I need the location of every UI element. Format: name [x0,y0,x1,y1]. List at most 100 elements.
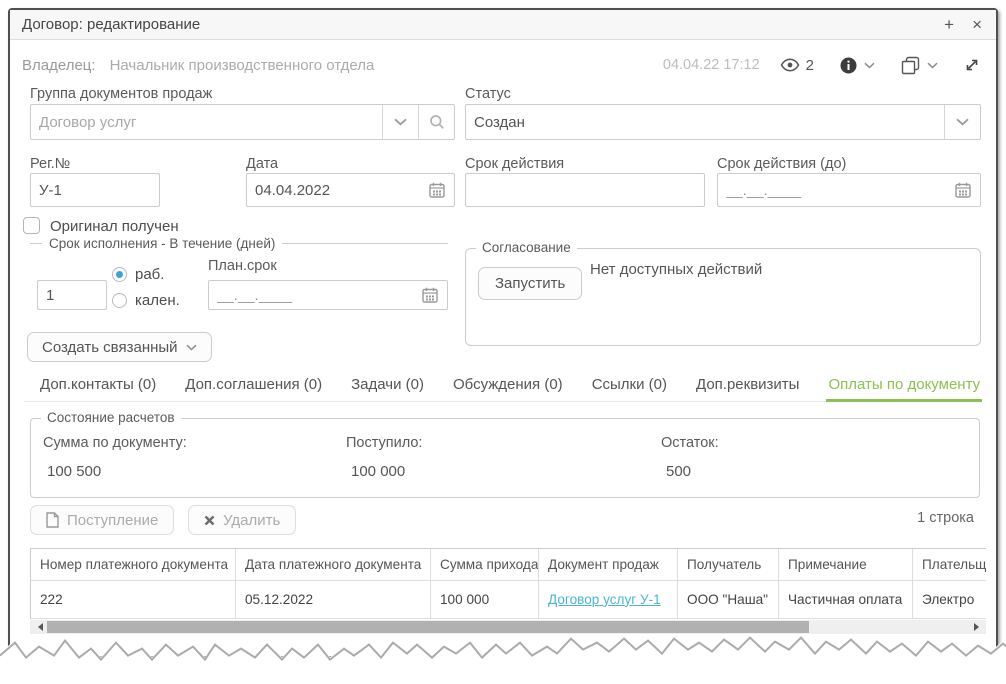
execution-days-field [37,280,107,310]
scroll-left-icon[interactable] [34,623,43,631]
plan-date-field [208,280,448,310]
radio-calendar-days[interactable]: кален. [112,292,180,309]
regno-input[interactable] [31,174,159,206]
validity-until-input[interactable] [718,174,946,206]
tab-links[interactable]: Ссылки (0) [592,376,667,393]
tab-extra-contacts[interactable]: Доп.контакты (0) [40,376,156,393]
validity-until-field [717,173,981,207]
received-value: 100 000 [351,463,405,480]
approval-fieldset: Согласование Запустить Нет доступных дей… [465,248,981,346]
cell-payment-number: 222 [31,581,236,619]
tab-discussions[interactable]: Обсуждения (0) [453,376,563,393]
original-received-label: Оригинал получен [50,218,179,235]
create-related-button[interactable]: Создать связанный [27,332,212,362]
status-input[interactable] [466,105,944,139]
cell-amount: 100 000 [431,581,539,619]
calendar-icon [955,182,971,198]
col-sales-document[interactable]: Документ продаж [539,549,678,581]
window-title: Договор: редактирование [22,16,200,33]
original-received-checkbox[interactable] [23,217,40,234]
settlement-legend: Состояние расчетов [41,410,181,425]
date-label: Дата [246,156,278,172]
regno-label: Рег.№ [30,156,70,172]
col-payment-number[interactable]: Номер платежного документа [31,549,236,581]
col-recipient[interactable]: Получатель [678,549,779,581]
approval-legend: Согласование [476,240,577,255]
plan-date-label: План.срок [208,258,277,274]
chevron-down-icon [864,62,875,69]
tab-payments[interactable]: Оплаты по документу [828,376,980,393]
owner-row: Владелец: Начальник производственного от… [22,54,980,76]
modified-datetime: 04.04.22 17:12 [663,57,760,73]
add-window-button[interactable]: + [944,16,954,33]
calendar-icon [422,287,438,303]
info-menu[interactable] [840,57,875,74]
horizontal-scrollbar[interactable] [30,620,986,634]
amount-label: Сумма по документу: [43,435,187,451]
views-count: 2 [806,57,814,74]
payments-table: Номер платежного документа Дата платежно… [30,548,986,619]
search-icon [429,114,445,130]
col-payer[interactable]: Плательщик [913,549,986,581]
owner-value: Начальник производственного отдела [110,57,375,74]
validity-input[interactable] [466,174,704,206]
sales-document-link[interactable]: Договор услуг У-1 [548,592,661,608]
tab-extra-agreements[interactable]: Доп.соглашения (0) [185,376,322,393]
delete-button[interactable]: Удалить [188,505,296,535]
cell-recipient: ООО "Наша" [678,581,779,619]
remainder-value: 500 [666,463,691,480]
validity-until-calendar-button[interactable] [946,174,980,206]
start-approval-button[interactable]: Запустить [478,267,582,300]
date-input[interactable] [247,174,420,206]
tab-bar: Доп.контакты (0) Доп.соглашения (0) Зада… [24,372,982,402]
chevron-down-icon [956,118,969,126]
group-field [30,104,455,140]
rows-count: 1 строка [917,510,974,526]
close-window-button[interactable]: × [972,16,982,33]
plan-date-calendar-button[interactable] [413,281,447,309]
date-calendar-button[interactable] [420,174,454,206]
regno-field [30,173,160,207]
document-icon [46,512,59,528]
title-bar: Договор: редактирование + × [10,10,996,40]
x-icon [204,515,215,526]
execution-days-input[interactable] [38,281,106,309]
col-payment-date[interactable]: Дата платежного документа [236,549,431,581]
group-input[interactable] [31,105,382,139]
status-dropdown-button[interactable] [944,105,980,139]
expand-button[interactable] [964,57,980,73]
cell-sales-document: Договор услуг У-1 [539,581,678,619]
group-dropdown-button[interactable] [382,105,418,139]
copy-icon [901,56,920,75]
validity-field [465,173,705,207]
status-select[interactable] [465,104,981,140]
owner-label: Владелец: [22,57,96,74]
tab-tasks[interactable]: Задачи (0) [351,376,424,393]
contract-edit-window: Договор: редактирование + × Владелец: На… [8,8,998,658]
radio-working-days[interactable]: раб. [112,266,164,283]
radio-selected-icon [112,267,127,282]
approval-status-text: Нет доступных действий [590,261,762,278]
scroll-right-icon[interactable] [974,623,983,631]
execution-legend: Срок исполнения - В течение (дней) [30,236,448,251]
cell-payment-date: 05.12.2022 [236,581,431,619]
group-search-button[interactable] [418,105,454,139]
col-note[interactable]: Примечание [779,549,913,581]
received-label: Поступило: [346,435,422,451]
amount-value: 100 500 [47,463,101,480]
date-field [246,173,455,207]
radio-icon [112,293,127,308]
table-header-row: Номер платежного документа Дата платежно… [31,549,986,581]
tab-extra-requisites[interactable]: Доп.реквизиты [696,376,799,393]
copy-menu[interactable] [901,56,938,75]
col-amount[interactable]: Сумма прихода [431,549,539,581]
calendar-icon [429,182,445,198]
chevron-down-icon [394,118,407,126]
scrollbar-thumb[interactable] [47,621,809,633]
plan-date-input[interactable] [209,281,413,309]
table-row[interactable]: 222 05.12.2022 100 000 Договор услуг У-1… [31,581,986,619]
chevron-down-icon [927,62,938,69]
group-label: Группа документов продаж [30,86,212,102]
validity-until-label: Срок действия (до) [717,156,846,172]
receipt-button[interactable]: Поступление [30,505,174,535]
